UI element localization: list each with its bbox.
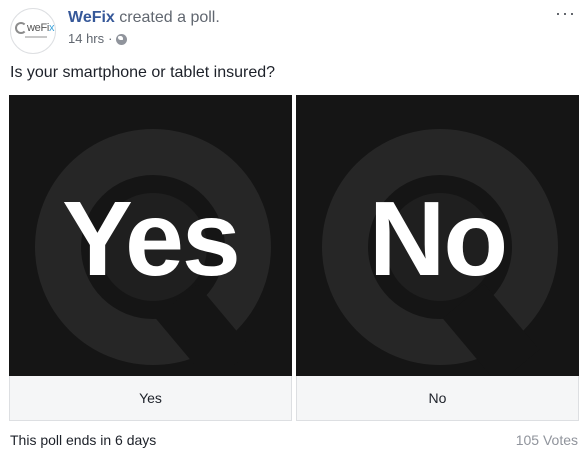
globe-icon[interactable] <box>116 33 128 45</box>
poll-footer: This poll ends in 6 days 105 Votes <box>10 431 578 449</box>
author-name-link[interactable]: WeFix <box>68 9 115 26</box>
poll-option-image[interactable]: Yes <box>9 95 292 376</box>
avatar-tagline <box>25 36 47 38</box>
poll-option-image[interactable]: No <box>296 95 579 376</box>
more-options-icon[interactable]: ··· <box>555 4 576 22</box>
poll-option-no[interactable]: No No <box>296 95 579 421</box>
avatar[interactable]: weFix <box>10 8 56 54</box>
poll-option-image-text: Yes <box>62 180 241 298</box>
poll-end-text: This poll ends in 6 days <box>10 432 157 448</box>
avatar-wordmark-prefix: weFi <box>27 22 50 34</box>
poll-option-label[interactable]: No <box>296 376 579 421</box>
avatar-wordmark: weFix <box>27 22 55 34</box>
poll-option-label[interactable]: Yes <box>9 376 292 421</box>
poll-option-yes[interactable]: Yes Yes <box>9 95 292 421</box>
vote-count-link[interactable]: 105 Votes <box>516 431 578 449</box>
poll-options: Yes Yes No No <box>9 95 579 421</box>
author-line: WeFix created a poll. <box>68 8 220 28</box>
wefix-logo-icon <box>15 22 27 34</box>
poll-question: Is your smartphone or tablet insured? <box>10 64 276 81</box>
avatar-wordmark-accent: x <box>49 22 55 34</box>
meta-separator: · <box>108 31 113 46</box>
poll-option-image-text: No <box>368 180 508 298</box>
post-meta: 14 hrs · <box>68 31 128 47</box>
post-timestamp-link[interactable]: 14 hrs <box>68 31 104 47</box>
post-action-text: created a poll. <box>119 9 220 26</box>
post-header: weFix WeFix created a poll. 14 hrs · ··· <box>10 4 578 54</box>
